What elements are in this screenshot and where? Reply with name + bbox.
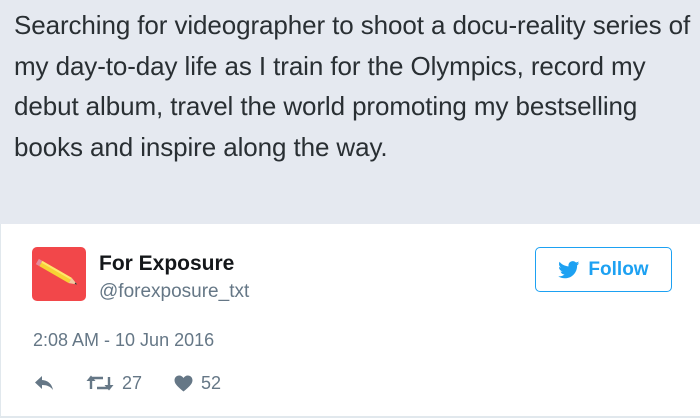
like-button[interactable]: 52	[174, 368, 221, 398]
pencil-icon	[35, 258, 78, 285]
display-name[interactable]: For Exposure	[99, 252, 234, 276]
tweet-actions: 27 52	[0, 368, 700, 398]
follow-label: Follow	[588, 258, 649, 280]
user-handle[interactable]: @forexposure_txt	[99, 281, 249, 303]
tweet-screenshot: Searching for videographer to shoot a do…	[0, 0, 700, 418]
follow-button[interactable]: Follow	[535, 247, 672, 292]
bird-icon	[558, 260, 580, 278]
like-count: 52	[201, 372, 222, 393]
retweet-count: 27	[122, 372, 143, 393]
retweet-icon	[86, 375, 114, 391]
tweet-timestamp[interactable]: 2:08 AM - 10 Jun 2016	[33, 330, 214, 351]
heart-icon	[174, 374, 193, 392]
avatar[interactable]	[32, 247, 86, 301]
retweet-button[interactable]: 27	[86, 368, 142, 398]
quote-box: Searching for videographer to shoot a do…	[0, 0, 700, 224]
quote-text: Searching for videographer to shoot a do…	[14, 10, 691, 162]
reply-button[interactable]	[34, 368, 54, 398]
reply-icon	[35, 376, 53, 390]
